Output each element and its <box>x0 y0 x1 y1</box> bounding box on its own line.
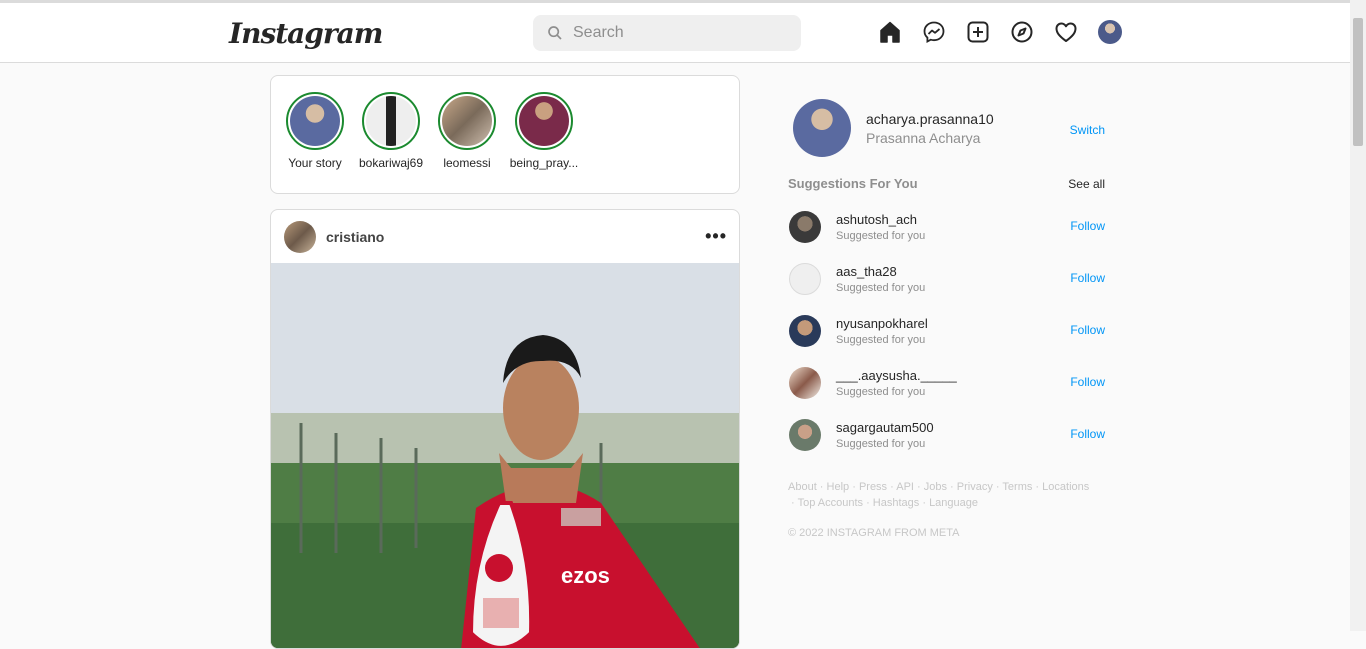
instagram-logo[interactable]: Instagram <box>229 17 383 50</box>
current-user: acharya.prasanna10 Prasanna Acharya Swit… <box>788 98 1108 158</box>
current-user-username[interactable]: acharya.prasanna10 <box>866 111 994 127</box>
suggestion-avatar[interactable] <box>789 315 821 347</box>
suggestion-subtext: Suggested for you <box>836 282 926 294</box>
story-item[interactable]: being_pray... <box>504 92 584 170</box>
switch-account-button[interactable]: Switch <box>1070 123 1105 137</box>
story-ring <box>286 92 344 150</box>
avatar <box>1098 20 1122 44</box>
suggestion-avatar[interactable] <box>789 367 821 399</box>
suggestions-list: ashutosh_ach Suggested for you Follow aa… <box>788 201 1108 461</box>
footer-link-top-accounts[interactable]: Top Accounts <box>798 497 863 509</box>
post-photo: ezos <box>271 263 739 648</box>
footer-link-terms[interactable]: Terms <box>1002 481 1032 493</box>
suggestion-username[interactable]: sagargautam500 <box>836 420 934 435</box>
story-username: being_pray... <box>509 156 579 170</box>
suggestion-username[interactable]: nyusanpokharel <box>836 316 928 331</box>
copyright: © 2022 INSTAGRAM FROM META <box>788 527 960 539</box>
profile-avatar[interactable] <box>1097 19 1123 45</box>
story-item[interactable]: bokariwaj69 <box>351 92 431 170</box>
follow-button[interactable]: Follow <box>1070 427 1105 441</box>
follow-button[interactable]: Follow <box>1070 219 1105 233</box>
suggestion-item: ashutosh_ach Suggested for you Follow <box>788 201 1108 253</box>
home-icon[interactable] <box>877 19 903 45</box>
story-avatar <box>290 96 340 146</box>
story-ring <box>438 92 496 150</box>
new-post-icon[interactable] <box>965 19 991 45</box>
follow-button[interactable]: Follow <box>1070 375 1105 389</box>
feed-post: cristiano ••• ezos <box>270 209 740 649</box>
suggestion-item: sagargautam500 Suggested for you Follow <box>788 409 1108 461</box>
story-username: Your story <box>288 156 342 170</box>
suggestion-item: ___.aaysusha._____ Suggested for you Fol… <box>788 357 1108 409</box>
footer-link-language[interactable]: Language <box>929 497 978 509</box>
footer-link-locations[interactable]: Locations <box>1042 481 1089 493</box>
footer-link-jobs[interactable]: Jobs <box>924 481 947 493</box>
suggestion-avatar[interactable] <box>789 263 821 295</box>
search-icon <box>548 26 562 40</box>
nav-icons <box>877 19 1123 45</box>
post-header: cristiano ••• <box>271 210 739 263</box>
suggestion-username[interactable]: ___.aaysusha._____ <box>836 368 957 383</box>
top-navigation-bar: Instagram <box>0 0 1350 63</box>
story-avatar <box>366 96 416 146</box>
search-box[interactable] <box>533 15 801 51</box>
story-ring <box>362 92 420 150</box>
footer-link-api[interactable]: API <box>896 481 914 493</box>
footer-link-privacy[interactable]: Privacy <box>957 481 993 493</box>
suggestion-subtext: Suggested for you <box>836 334 926 346</box>
footer-link-about[interactable]: About <box>788 481 817 493</box>
post-author-username[interactable]: cristiano <box>326 229 384 245</box>
suggestions-header: Suggestions For You See all <box>788 176 1108 191</box>
suggestion-subtext: Suggested for you <box>836 386 926 398</box>
see-all-link[interactable]: See all <box>1068 177 1105 191</box>
page-scrollbar[interactable] <box>1350 0 1366 631</box>
scrollbar-thumb[interactable] <box>1353 18 1363 146</box>
footer-link-help[interactable]: Help <box>827 481 850 493</box>
suggestion-subtext: Suggested for you <box>836 438 926 450</box>
search-input[interactable] <box>573 24 783 42</box>
suggestion-avatar[interactable] <box>789 419 821 451</box>
follow-button[interactable]: Follow <box>1070 323 1105 337</box>
suggestion-item: aas_tha28 Suggested for you Follow <box>788 253 1108 305</box>
footer-links: About · Help · Press · API · Jobs · Priv… <box>788 481 1090 509</box>
explore-icon[interactable] <box>1009 19 1035 45</box>
post-author-avatar[interactable] <box>284 220 316 253</box>
suggestion-username[interactable]: aas_tha28 <box>836 264 925 279</box>
suggestions-title: Suggestions For You <box>788 176 918 191</box>
suggestion-subtext: Suggested for you <box>836 230 926 242</box>
messenger-icon[interactable] <box>921 19 947 45</box>
post-image[interactable]: ezos <box>271 263 739 648</box>
more-options-icon[interactable]: ••• <box>705 226 727 247</box>
right-sidebar: acharya.prasanna10 Prasanna Acharya Swit… <box>788 98 1108 539</box>
suggestion-avatar[interactable] <box>789 211 821 243</box>
story-avatar <box>519 96 569 146</box>
footer-link-press[interactable]: Press <box>859 481 887 493</box>
activity-heart-icon[interactable] <box>1053 19 1079 45</box>
stories-tray: Your story bokariwaj69 leomessi being_pr… <box>270 75 740 194</box>
story-item[interactable]: Your story <box>275 92 355 170</box>
current-user-avatar[interactable] <box>793 99 851 157</box>
story-ring <box>515 92 573 150</box>
suggestion-item: nyusanpokharel Suggested for you Follow <box>788 305 1108 357</box>
footer-link-hashtags[interactable]: Hashtags <box>873 497 919 509</box>
current-user-fullname: Prasanna Acharya <box>866 129 981 146</box>
story-avatar <box>442 96 492 146</box>
story-username: bokariwaj69 <box>358 156 424 170</box>
suggestion-username[interactable]: ashutosh_ach <box>836 212 925 227</box>
story-username: leomessi <box>443 156 491 170</box>
follow-button[interactable]: Follow <box>1070 271 1105 285</box>
story-item[interactable]: leomessi <box>427 92 507 170</box>
svg-text:ezos: ezos <box>561 563 610 588</box>
